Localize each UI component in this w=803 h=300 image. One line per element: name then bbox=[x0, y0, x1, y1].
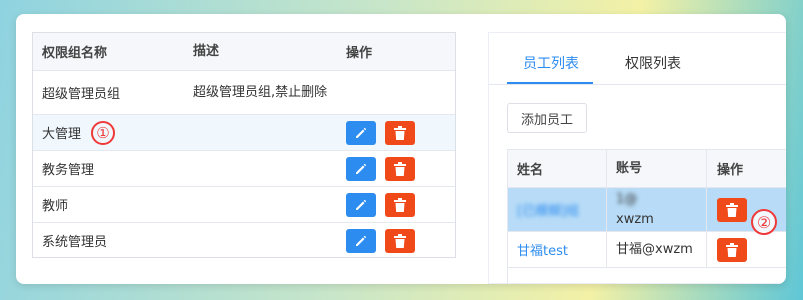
table-row[interactable]: 系统管理员 bbox=[33, 223, 455, 258]
group-description bbox=[193, 151, 343, 186]
delete-button[interactable] bbox=[385, 228, 415, 253]
row-actions bbox=[346, 115, 446, 150]
delete-button[interactable] bbox=[717, 237, 747, 262]
employee-account: 甘福@xwzm bbox=[616, 241, 693, 257]
group-description bbox=[193, 223, 343, 258]
column-divider bbox=[706, 188, 707, 231]
permission-group-table: 权限组名称 描述 操作 超级管理员组 超级管理员组,禁止删除 大管理 ① 教务管… bbox=[32, 32, 456, 258]
delete-button[interactable] bbox=[385, 120, 415, 145]
group-name-cell: 大管理 ① bbox=[42, 115, 192, 150]
delete-icon bbox=[394, 233, 406, 248]
group-name: 大管理 bbox=[42, 127, 82, 142]
table-row[interactable]: 甘福test 甘福@xwzm bbox=[508, 232, 786, 268]
group-description: 超级管理员组,禁止删除 bbox=[193, 84, 328, 100]
group-name: 教师 bbox=[42, 199, 69, 214]
table-row[interactable]: 教师 bbox=[33, 187, 455, 223]
employee-name-cell[interactable]: [已模糊]组 bbox=[517, 188, 607, 231]
column-divider bbox=[606, 232, 607, 267]
header-group-name: 权限组名称 bbox=[42, 46, 108, 61]
tab-bar: 员工列表 权限列表 bbox=[489, 33, 786, 85]
edit-button[interactable] bbox=[346, 120, 376, 145]
delete-icon bbox=[394, 197, 406, 212]
column-divider bbox=[706, 232, 707, 267]
group-description bbox=[193, 115, 343, 150]
annotation-marker-2: ② bbox=[751, 209, 777, 235]
edit-button[interactable] bbox=[346, 192, 376, 217]
delete-icon bbox=[394, 125, 406, 140]
table-header: 姓名 账号 操作 bbox=[508, 150, 786, 188]
edit-icon bbox=[356, 163, 367, 174]
header-description: 描述 bbox=[193, 43, 220, 59]
edit-icon bbox=[356, 199, 367, 210]
table-row[interactable]: 大管理 ① bbox=[33, 115, 455, 151]
header-account: 账号 bbox=[616, 160, 643, 176]
employee-account-line1: 1@ bbox=[616, 191, 638, 207]
delete-icon bbox=[726, 202, 738, 217]
group-name: 系统管理员 bbox=[42, 235, 108, 250]
employee-name[interactable]: [已模糊]组 bbox=[517, 200, 579, 219]
edit-icon bbox=[356, 127, 367, 138]
header-name: 姓名 bbox=[517, 163, 544, 178]
tab-employee-list[interactable]: 员工列表 bbox=[523, 53, 579, 73]
edit-icon bbox=[356, 235, 367, 246]
add-employee-button[interactable]: 添加员工 bbox=[507, 103, 587, 133]
header-actions: 操作 bbox=[346, 46, 373, 61]
employee-name[interactable]: 甘福test bbox=[517, 232, 607, 267]
edit-button[interactable] bbox=[346, 156, 376, 181]
table-row[interactable]: 教务管理 bbox=[33, 151, 455, 187]
row-actions bbox=[717, 232, 786, 267]
table-header: 权限组名称 描述 操作 bbox=[33, 33, 455, 71]
edit-button[interactable] bbox=[346, 228, 376, 253]
row-actions bbox=[346, 151, 446, 186]
column-divider bbox=[606, 188, 607, 231]
delete-button[interactable] bbox=[717, 197, 747, 222]
tab-permission-list[interactable]: 权限列表 bbox=[625, 53, 681, 73]
delete-icon bbox=[726, 242, 738, 257]
header-actions: 操作 bbox=[717, 163, 744, 178]
group-name: 超级管理员组 bbox=[42, 87, 121, 102]
table-row[interactable]: 超级管理员组 超级管理员组,禁止删除 bbox=[33, 71, 455, 115]
table-row[interactable]: [已模糊]组 1@ xwzm bbox=[508, 188, 786, 232]
row-actions bbox=[346, 187, 446, 222]
main-card: 权限组名称 描述 操作 超级管理员组 超级管理员组,禁止删除 大管理 ① 教务管… bbox=[16, 14, 786, 284]
group-description bbox=[193, 187, 343, 222]
employee-panel: 员工列表 权限列表 添加员工 姓名 账号 操作 [已模糊]组 1@ xwzm 甘… bbox=[488, 32, 786, 284]
employee-table: 姓名 账号 操作 [已模糊]组 1@ xwzm 甘福test 甘福@xwzm bbox=[507, 149, 786, 284]
active-tab-indicator bbox=[507, 82, 593, 84]
delete-button[interactable] bbox=[385, 156, 415, 181]
annotation-marker-1: ① bbox=[91, 120, 116, 145]
row-actions bbox=[346, 223, 446, 258]
group-name: 教务管理 bbox=[42, 163, 95, 178]
row-actions bbox=[346, 71, 446, 114]
employee-account-cell: 1@ xwzm bbox=[616, 188, 706, 231]
column-divider bbox=[606, 150, 607, 187]
employee-account-line2: xwzm bbox=[616, 211, 654, 227]
delete-icon bbox=[394, 161, 406, 176]
delete-button[interactable] bbox=[385, 192, 415, 217]
column-divider bbox=[706, 150, 707, 187]
